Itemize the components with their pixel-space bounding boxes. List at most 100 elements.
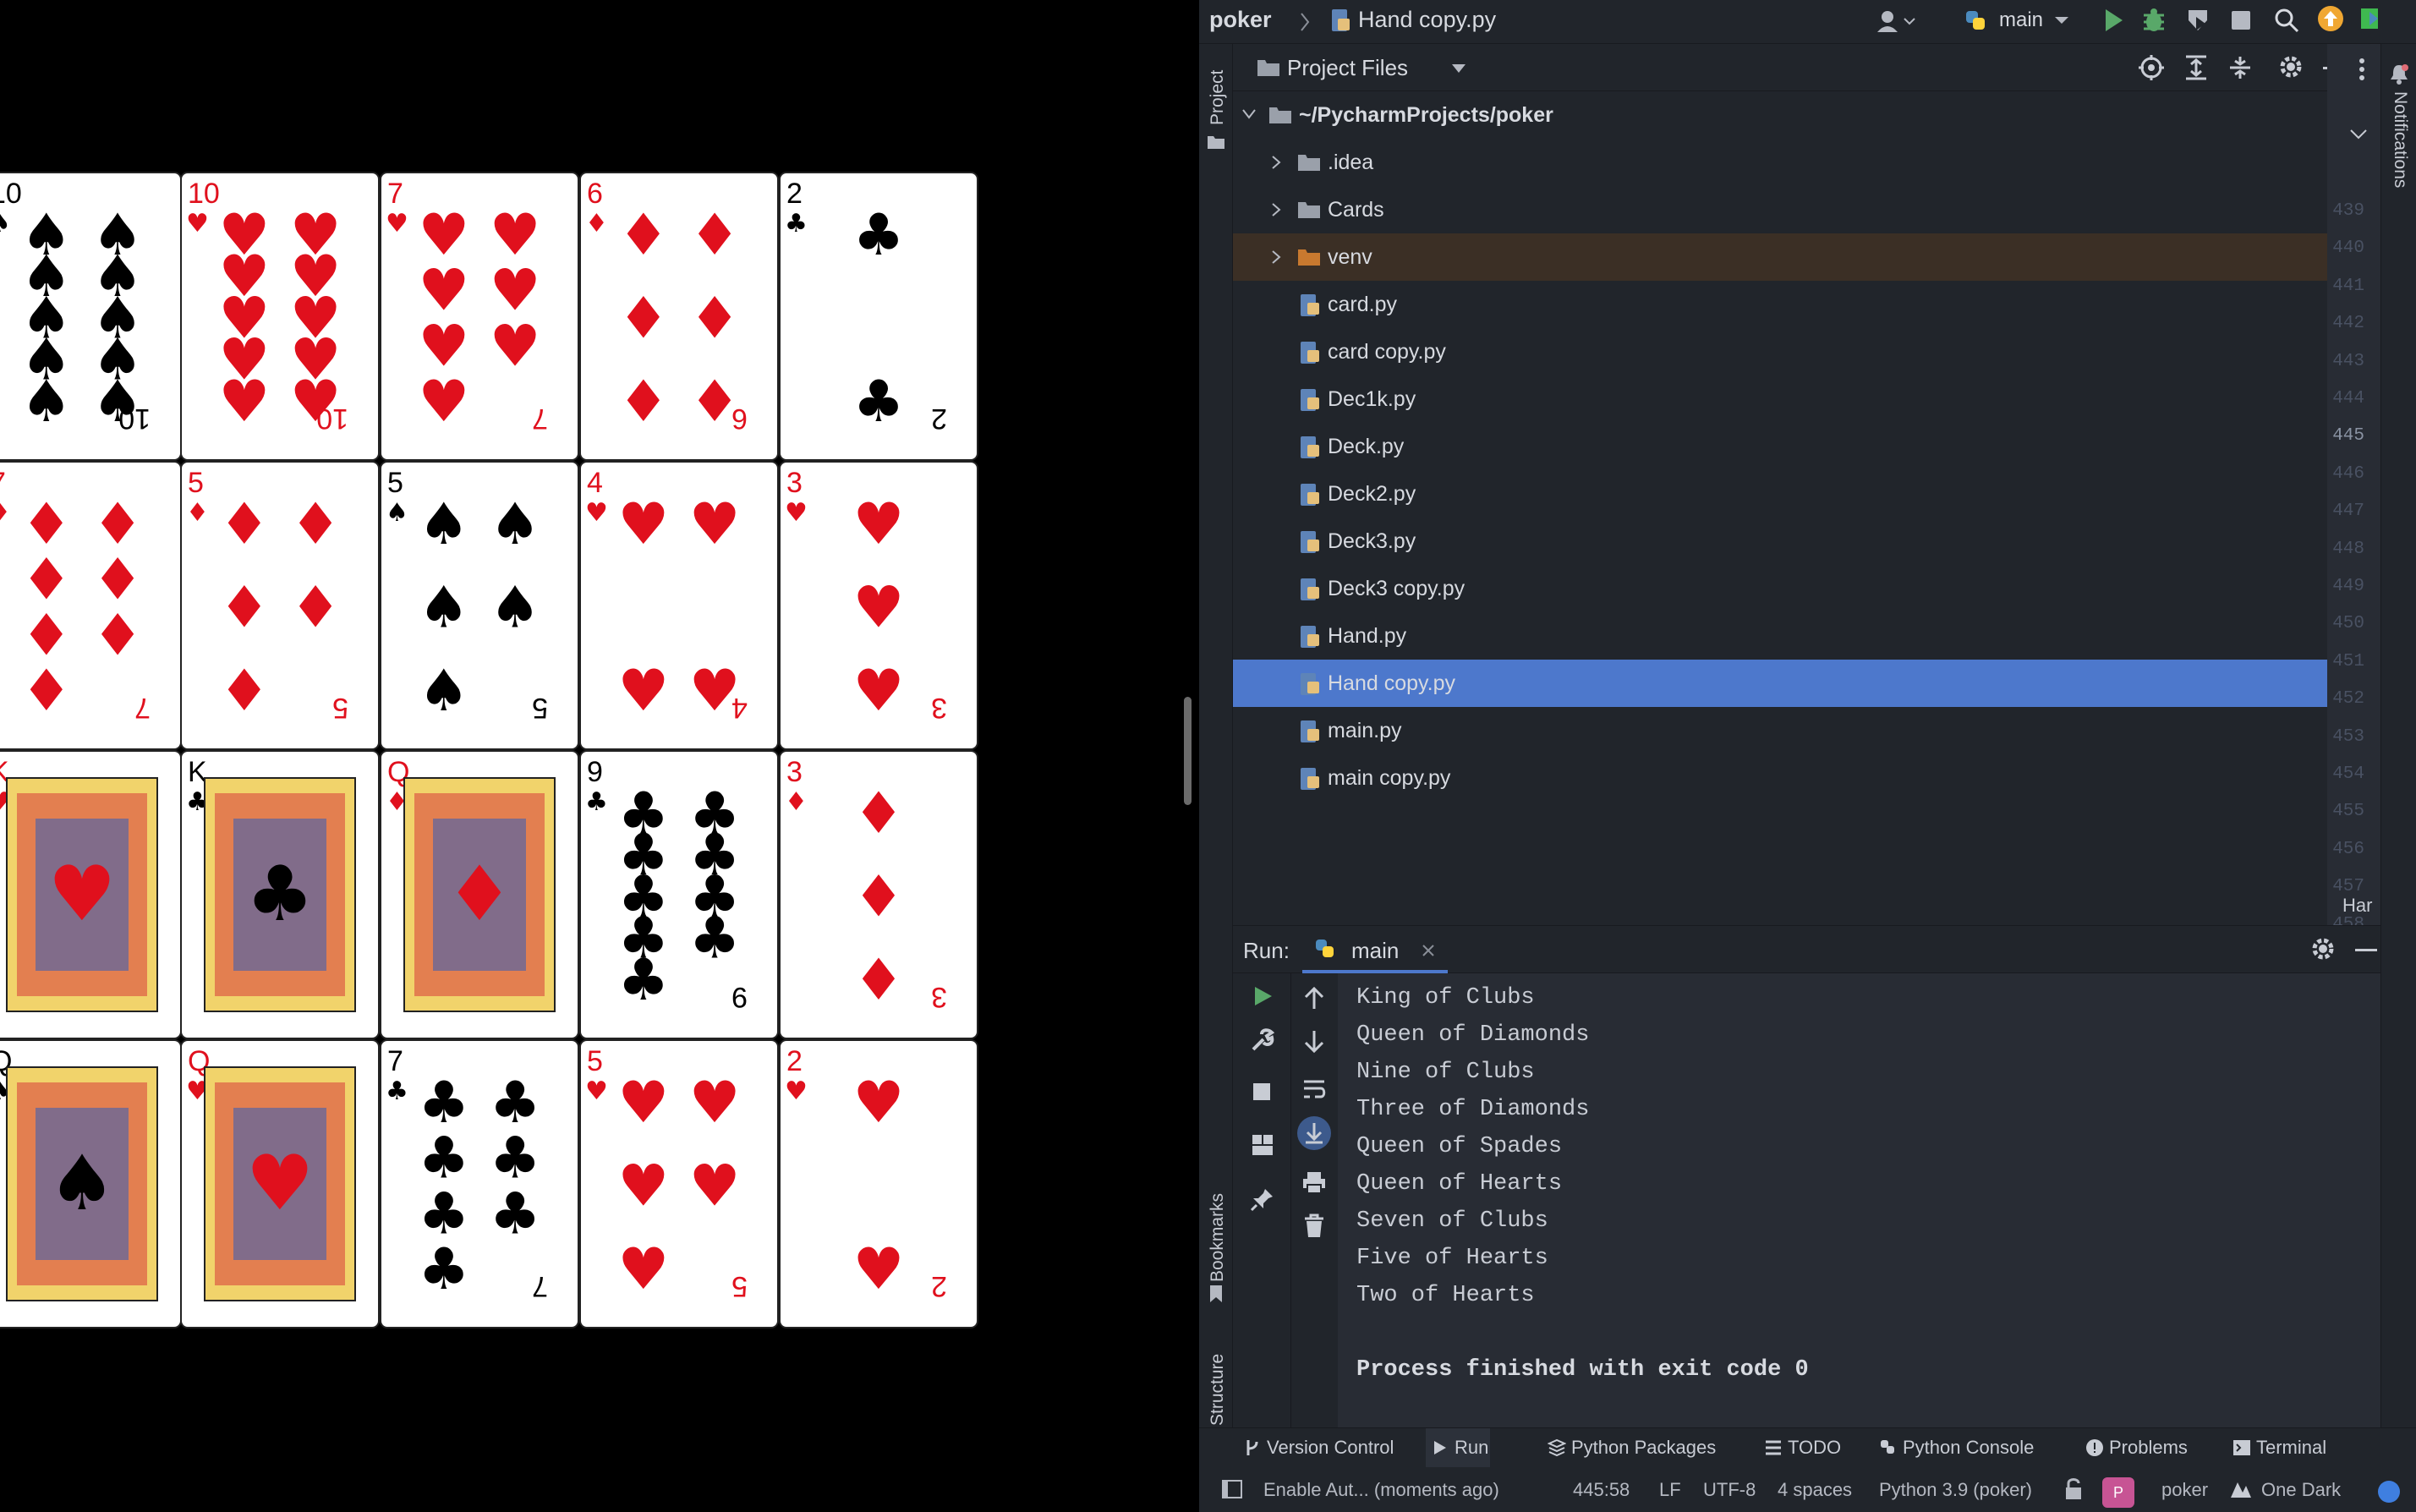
indent-setting[interactable]: 4 spaces	[1778, 1479, 1852, 1501]
bookmarks-tool-label[interactable]: Bookmarks	[1208, 1193, 1228, 1282]
wrench-icon[interactable]	[1250, 1027, 1275, 1053]
tree-file[interactable]: Hand copy.py	[1233, 660, 2361, 707]
stop-icon[interactable]	[2229, 8, 2253, 32]
coverage-icon[interactable]	[2185, 7, 2212, 34]
card-5-of-diamonds[interactable]: 5♦5♦♦♦♦♦	[180, 461, 380, 750]
tree-root-folder[interactable]: ~/PycharmProjects/poker	[1233, 91, 2361, 139]
tree-folder[interactable]: venv	[1233, 233, 2361, 281]
card-3-of-hearts[interactable]: 3♥3♥♥♥	[779, 461, 978, 750]
tool-tab-todo[interactable]: TODO	[1759, 1428, 1841, 1467]
file-breadcrumb[interactable]: Hand copy.py	[1358, 7, 1496, 33]
tool-tab-problems[interactable]: Problems	[2080, 1428, 2195, 1467]
card-3-of-diamonds[interactable]: 3♦3♦♦♦	[779, 750, 978, 1039]
lock-icon[interactable]	[2063, 1477, 2084, 1501]
chevron-down-icon[interactable]	[1241, 108, 1257, 120]
arrow-up-icon[interactable]	[1301, 985, 1327, 1011]
status-indicator-icon[interactable]	[2376, 1479, 2402, 1504]
card-6-of-diamonds[interactable]: 6♦6♦♦♦♦♦♦	[579, 172, 779, 461]
chevron-down-icon[interactable]	[2053, 12, 2070, 29]
card-5-of-spades[interactable]: 5♠5♠♠♠♠♠	[380, 461, 579, 750]
gear-icon[interactable]	[2310, 936, 2336, 961]
expand-all-icon[interactable]	[2183, 54, 2209, 81]
print-icon[interactable]	[1301, 1170, 1327, 1195]
window-icon[interactable]	[1221, 1479, 1245, 1501]
python-interpreter[interactable]: Python 3.9 (poker)	[1879, 1479, 2032, 1501]
trash-icon[interactable]	[1301, 1213, 1327, 1239]
debug-icon[interactable]	[2141, 7, 2167, 34]
project-tool-label[interactable]: Project	[1208, 70, 1228, 125]
locate-icon[interactable]	[2138, 54, 2165, 81]
user-icon[interactable]	[1876, 8, 1918, 34]
card-7-of-diamonds[interactable]: 7♦7♦♦♦♦♦♦♦	[0, 461, 182, 750]
project-view-selector[interactable]: Project Files	[1287, 55, 1408, 81]
tool-tab-terminal[interactable]: Terminal	[2227, 1428, 2342, 1467]
card-10-of-hearts[interactable]: 10♥10♥♥♥♥♥♥♥♥♥♥	[180, 172, 380, 461]
plugin-icon[interactable]	[2358, 5, 2391, 32]
minimize-icon[interactable]	[2354, 948, 2378, 953]
card-2-of-clubs[interactable]: 2♣2♣♣	[779, 172, 978, 461]
rerun-icon[interactable]	[1250, 983, 1275, 1009]
card-7-of-clubs[interactable]: 7♣7♣♣♣♣♣♣♣	[380, 1039, 579, 1328]
card-10-of-spades[interactable]: 10♠10♠♠♠♠♠♠♠♠♠♠	[0, 172, 182, 461]
close-icon[interactable]	[1421, 943, 1436, 958]
folder-icon[interactable]	[1206, 132, 1226, 152]
tree-file[interactable]: card.py	[1233, 281, 2361, 328]
tree-file[interactable]: Deck.py	[1233, 423, 2361, 470]
collapse-all-icon[interactable]	[2227, 54, 2253, 81]
tree-file[interactable]: card copy.py	[1233, 328, 2361, 375]
notifications-tool-label[interactable]: Notifications	[2390, 91, 2410, 188]
tree-file[interactable]: main.py	[1233, 707, 2361, 754]
soft-wrap-icon[interactable]	[1301, 1076, 1327, 1102]
card-king-of-clubs[interactable]: K♣K♣	[180, 750, 380, 1039]
tree-file[interactable]: Deck3.py	[1233, 518, 2361, 565]
tool-tab-python-packages[interactable]: Python Packages	[1542, 1428, 1728, 1467]
console-output[interactable]: King of Clubs Queen of Diamonds Nine of Cl…	[1338, 973, 2380, 1428]
status-message[interactable]: Enable Aut... (moments ago)	[1263, 1479, 1499, 1501]
arrow-down-icon[interactable]	[1301, 1029, 1327, 1055]
editor-breadcrumb[interactable]: Har	[2342, 895, 2372, 917]
scroll-to-end-icon[interactable]	[1296, 1115, 1332, 1151]
tree-file[interactable]: Deck3 copy.py	[1233, 565, 2361, 612]
tree-file[interactable]: Hand.py	[1233, 612, 2361, 660]
card-king-of-hearts[interactable]: K♥K♥	[0, 750, 182, 1039]
window-split-handle[interactable]	[1184, 697, 1192, 805]
search-icon[interactable]	[2273, 7, 2300, 34]
notification-bell-icon[interactable]	[2388, 63, 2410, 85]
pin-icon[interactable]	[1250, 1186, 1275, 1212]
bookmark-icon[interactable]	[1208, 1284, 1224, 1304]
chevron-right-icon[interactable]	[1270, 201, 1282, 218]
tool-tab-run[interactable]: Run	[1426, 1428, 1490, 1467]
card-queen-of-diamonds[interactable]: Q♦Q♦	[380, 750, 579, 1039]
update-icon[interactable]	[2317, 5, 2344, 32]
line-ending[interactable]: LF	[1659, 1479, 1681, 1501]
card-9-of-clubs[interactable]: 9♣9♣♣♣♣♣♣♣♣♣	[579, 750, 779, 1039]
card-7-of-hearts[interactable]: 7♥7♥♥♥♥♥♥♥	[380, 172, 579, 461]
layout-icon[interactable]	[1250, 1132, 1275, 1158]
theme-name[interactable]: One Dark	[2261, 1479, 2341, 1501]
tool-tab-version-control[interactable]: Version Control	[1238, 1428, 1424, 1467]
chevron-right-icon[interactable]	[1270, 154, 1282, 171]
tree-file[interactable]: Dec1k.py	[1233, 375, 2361, 423]
chevron-down-icon[interactable]	[2349, 127, 2368, 142]
tree-file[interactable]: Deck2.py	[1233, 470, 2361, 518]
chevron-right-icon[interactable]	[1270, 249, 1282, 266]
chevron-down-icon[interactable]	[1451, 63, 1466, 74]
structure-tool-label[interactable]: Structure	[1208, 1354, 1228, 1426]
card-2-of-hearts[interactable]: 2♥2♥♥	[779, 1039, 978, 1328]
tree-file[interactable]: main copy.py	[1233, 754, 2361, 802]
run-tab-main[interactable]: main	[1302, 926, 1448, 973]
tree-folder[interactable]: .idea	[1233, 139, 2361, 186]
run-icon[interactable]	[2102, 7, 2126, 34]
project-name[interactable]: poker	[1209, 7, 1272, 33]
project-switcher[interactable]: poker	[2161, 1479, 2208, 1501]
card-queen-of-spades[interactable]: Q♠Q♠	[0, 1039, 182, 1328]
run-config-name[interactable]: main	[1999, 8, 2043, 32]
more-options-icon[interactable]	[2349, 52, 2375, 86]
file-encoding[interactable]: UTF-8	[1703, 1479, 1756, 1501]
tree-folder[interactable]: Cards	[1233, 186, 2361, 233]
card-queen-of-hearts[interactable]: Q♥Q♥	[180, 1039, 380, 1328]
card-4-of-hearts[interactable]: 4♥4♥♥♥♥	[579, 461, 779, 750]
card-5-of-hearts[interactable]: 5♥5♥♥♥♥♥	[579, 1039, 779, 1328]
caret-position[interactable]: 445:58	[1573, 1479, 1630, 1501]
stop-icon[interactable]	[1250, 1080, 1274, 1104]
